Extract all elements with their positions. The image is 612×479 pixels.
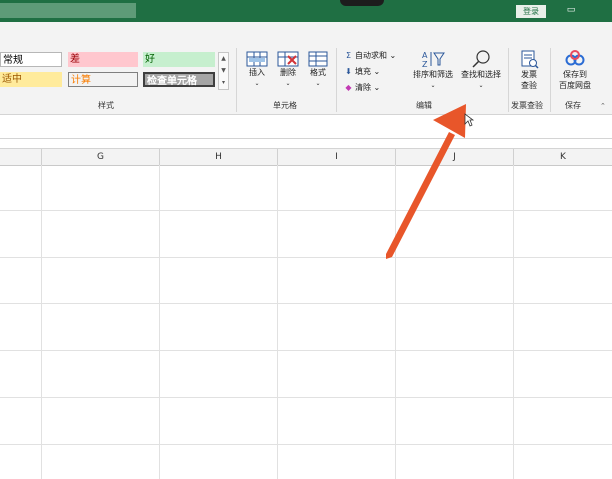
mouse-cursor-icon bbox=[464, 113, 474, 127]
pointer-arrow bbox=[386, 104, 466, 259]
arrow-shaft bbox=[386, 132, 455, 259]
